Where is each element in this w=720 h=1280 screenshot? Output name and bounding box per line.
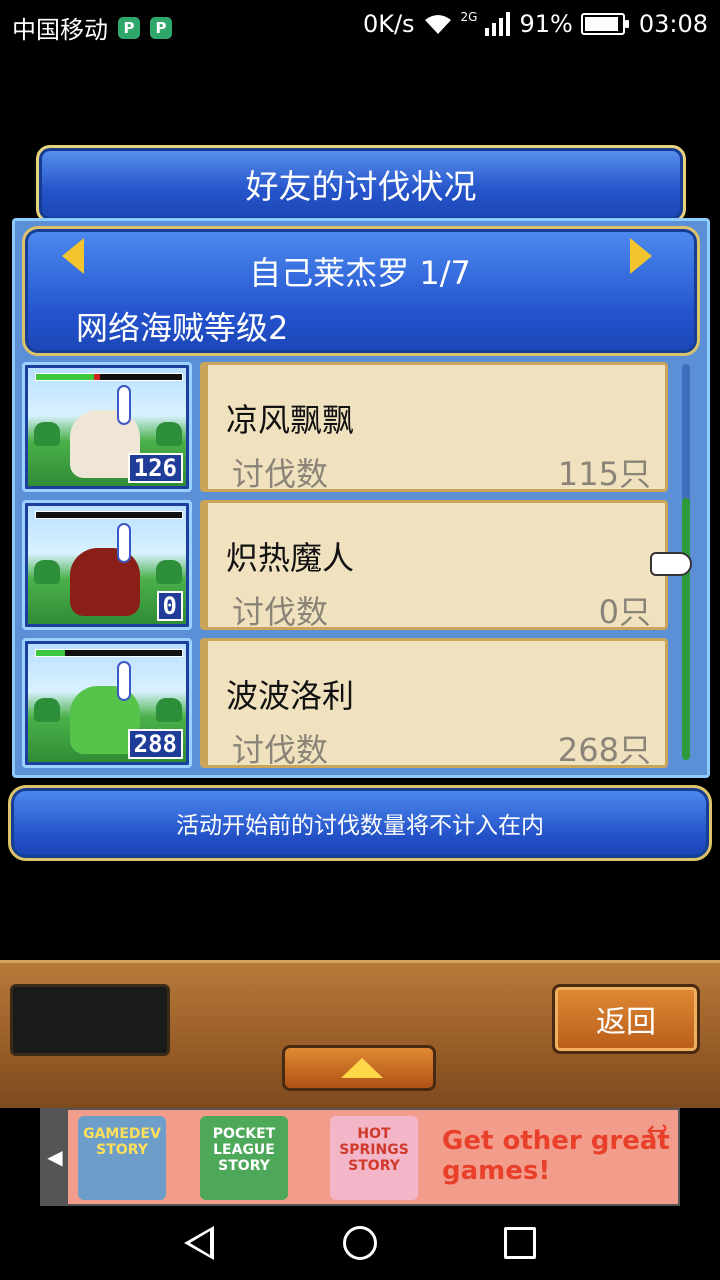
app-notification-icon: P: [118, 16, 140, 39]
friend-row[interactable]: 凉风飘飘讨伐数 115只: [200, 362, 668, 493]
friend-name: 炽热魔人: [226, 539, 355, 577]
ad-game-gamedev[interactable]: GAMEDEV STORY: [78, 1116, 166, 1200]
kill-label: 讨伐数: [232, 593, 329, 631]
hp-bar: [35, 511, 183, 519]
ad-game-pocket-league[interactable]: POCKET LEAGUE STORY: [200, 1116, 288, 1200]
alert-icon: [117, 523, 131, 563]
arrow-up-icon[interactable]: [282, 1045, 436, 1091]
ad-game-hot-springs[interactable]: HOT SPRINGS STORY: [330, 1116, 418, 1200]
back-button[interactable]: 返回: [552, 984, 700, 1054]
ad-cta[interactable]: Get other great games!: [442, 1126, 674, 1186]
ad-banner[interactable]: ◀ GAMEDEV STORY POCKET LEAGUE STORY HOT …: [40, 1108, 680, 1206]
friend-name: 凉风飘飘: [226, 401, 355, 439]
kill-count: 0只: [598, 593, 651, 631]
scrollbar-thumb[interactable]: [682, 498, 690, 760]
system-navbar: [0, 1206, 720, 1280]
monster-number: 126: [127, 453, 183, 483]
signal-icon: [485, 12, 511, 36]
notice-banner: 活动开始前的讨伐数量将不计入在内: [8, 785, 712, 861]
clock: 03:08: [638, 10, 708, 38]
carrier-label: 中国移动: [12, 16, 108, 44]
network-type: 2G: [460, 10, 478, 24]
empty-slot: [10, 984, 170, 1056]
battery-icon: [580, 13, 629, 35]
status-bar: 中国移动 P P 0K/s 2G 91% 03:08: [0, 0, 720, 50]
kill-label: 讨伐数: [232, 731, 329, 769]
friend-name: 波波洛利: [226, 677, 355, 715]
nav-back-icon[interactable]: [184, 1226, 214, 1260]
hp-bar: [35, 649, 183, 657]
friend-row[interactable]: 波波洛利讨伐数 268只: [200, 638, 668, 769]
monster-card[interactable]: 0: [22, 500, 192, 630]
chevron-left-icon[interactable]: ◀: [42, 1110, 68, 1204]
alert-icon: [117, 385, 131, 425]
nav-home-icon[interactable]: [343, 1226, 377, 1260]
back-button-label: 返回: [596, 1005, 656, 1040]
kill-count: 115只: [557, 455, 651, 493]
network-speed: 0K/s: [362, 10, 415, 38]
kill-label: 讨伐数: [232, 455, 329, 493]
battery-percent: 91%: [519, 10, 573, 38]
friend-row[interactable]: 炽热魔人讨伐数 0只: [200, 500, 668, 631]
kill-count: 268只: [557, 731, 651, 769]
alert-icon: [117, 661, 131, 701]
notice-text: 活动开始前的讨伐数量将不计入在内: [176, 813, 544, 839]
monster-number: 288: [127, 729, 183, 759]
dialog-title: 好友的讨伐状况: [36, 145, 686, 223]
player-name: 自己莱杰罗 1/7: [249, 254, 471, 292]
pirate-level: 网络海贼等级2: [76, 309, 289, 347]
app-notification-icon: P: [150, 16, 172, 39]
dialog-title-text: 好友的讨伐状况: [245, 167, 477, 206]
return-arrow-icon: ↩: [646, 1116, 668, 1146]
hp-bar: [35, 373, 183, 381]
monster-card[interactable]: 288: [22, 638, 192, 768]
monster-number: 0: [156, 591, 183, 621]
wifi-icon: [424, 15, 451, 34]
pointing-hand-icon: [650, 552, 692, 576]
nav-recent-icon[interactable]: [504, 1227, 536, 1259]
monster-card[interactable]: 126: [22, 362, 192, 492]
